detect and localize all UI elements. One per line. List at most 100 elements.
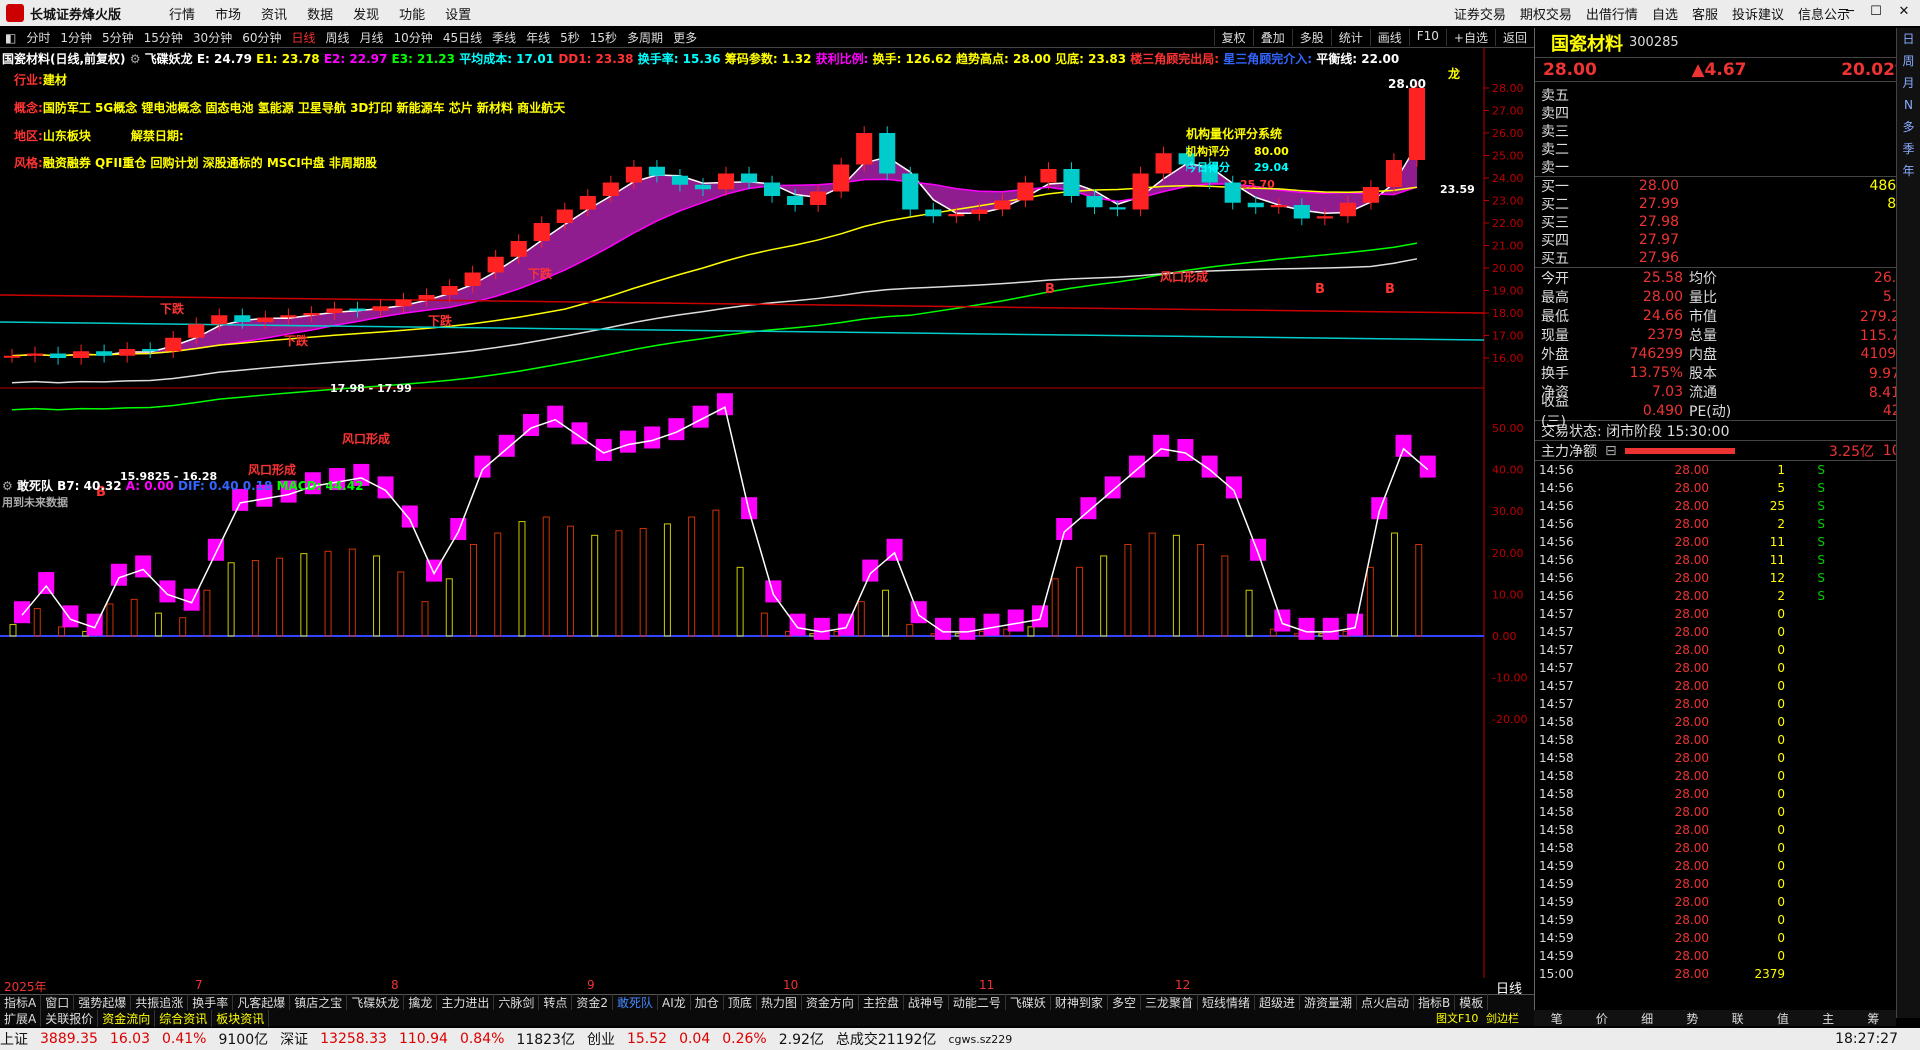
- maximize-icon[interactable]: ☐: [1868, 4, 1884, 20]
- indicator-tab-21[interactable]: 动能二号: [949, 994, 1006, 1011]
- quote-tab-0[interactable]: 笔: [1551, 1010, 1563, 1027]
- indicator-tab-11[interactable]: 转点: [539, 994, 573, 1011]
- menu-item-5[interactable]: 功能: [399, 8, 425, 23]
- right-menu-item-4[interactable]: 客服: [1692, 4, 1718, 23]
- timeframe-8[interactable]: 月线: [355, 29, 389, 46]
- right-menu-item-1[interactable]: 期权交易: [1520, 4, 1572, 23]
- right-menu-item-5[interactable]: 投诉建议: [1732, 4, 1784, 23]
- menu-item-6[interactable]: 设置: [445, 8, 471, 23]
- menu-item-0[interactable]: 行情: [169, 8, 195, 23]
- indicator-tab-24[interactable]: 多空: [1108, 994, 1141, 1011]
- indicator-tab-29[interactable]: 点火启动: [1357, 994, 1415, 1011]
- timeframe-14[interactable]: 15秒: [585, 29, 622, 46]
- timeframe-13[interactable]: 5秒: [555, 29, 585, 46]
- sidebar-toggle[interactable]: 剑边栏: [1486, 1010, 1534, 1026]
- menu-item-2[interactable]: 资讯: [261, 8, 287, 23]
- chart-tool-4[interactable]: 画线: [1369, 29, 1409, 46]
- panel-toggle-icon[interactable]: ◧: [0, 31, 21, 45]
- right-menu-item-3[interactable]: 自选: [1652, 4, 1678, 23]
- indicator-tab-3[interactable]: 共振追涨: [131, 994, 189, 1011]
- quote-tab-6[interactable]: 主: [1822, 1010, 1834, 1027]
- timeframe-0[interactable]: 分时: [21, 29, 55, 46]
- side-tool-5[interactable]: 季: [1897, 138, 1920, 160]
- quote-tab-2[interactable]: 细: [1641, 1010, 1653, 1027]
- indicator-tab-8[interactable]: 擒龙: [404, 994, 438, 1011]
- indicator-tab-15[interactable]: 加仓: [691, 994, 724, 1011]
- side-tool-1[interactable]: 周: [1897, 50, 1920, 72]
- chart-tool-5[interactable]: F10: [1408, 29, 1446, 46]
- timeframe-4[interactable]: 30分钟: [188, 29, 237, 46]
- indicator-tab-2[interactable]: 强势起爆: [74, 994, 132, 1011]
- side-tool-2[interactable]: 月: [1897, 72, 1920, 94]
- settings-icon[interactable]: ⚙: [2, 479, 17, 493]
- chart-tool-2[interactable]: 多股: [1291, 29, 1331, 46]
- info-tab-4[interactable]: 板块资讯: [212, 1009, 270, 1027]
- timeframe-9[interactable]: 10分钟: [389, 29, 438, 46]
- kline-chart[interactable]: 28.00 27.00 26.00 25.00 24.00 23.00 22.00 21.00…: [0, 48, 1534, 982]
- indicator-tab-17[interactable]: 热力图: [757, 994, 802, 1011]
- quote-tab-4[interactable]: 联: [1732, 1010, 1744, 1027]
- info-tab-2[interactable]: 资金流向: [98, 1009, 156, 1027]
- indicator-tab-16[interactable]: 顶底: [724, 994, 757, 1011]
- f10-link[interactable]: 图文F10: [1436, 1010, 1486, 1026]
- chart-tool-6[interactable]: +自选: [1445, 29, 1495, 46]
- indicator-tab-25[interactable]: 三龙聚首: [1141, 994, 1198, 1011]
- timeframe-6[interactable]: 日线: [286, 29, 320, 46]
- indicator-tab-0[interactable]: 指标A: [0, 994, 42, 1011]
- menu-item-3[interactable]: 数据: [307, 8, 333, 23]
- chart-tool-3[interactable]: 统计: [1330, 29, 1370, 46]
- indicator-tab-18[interactable]: 资金方向: [802, 994, 859, 1011]
- timeframe-2[interactable]: 5分钟: [97, 29, 139, 46]
- minimize-icon[interactable]: ─: [1842, 4, 1858, 20]
- indicator-tab-30[interactable]: 指标B: [1414, 994, 1456, 1011]
- menu-item-1[interactable]: 市场: [215, 8, 241, 23]
- info-tab-1[interactable]: 关联报价: [41, 1009, 99, 1027]
- side-tool-4[interactable]: 多: [1897, 116, 1920, 138]
- indicator-tab-14[interactable]: AI龙: [658, 994, 691, 1011]
- chart-tool-7[interactable]: 返回: [1494, 29, 1534, 46]
- quote-tab-3[interactable]: 势: [1686, 1010, 1698, 1027]
- side-tool-3[interactable]: N: [1897, 94, 1920, 116]
- right-menu-item-2[interactable]: 出借行情: [1586, 4, 1638, 23]
- quote-tab-1[interactable]: 价: [1596, 1010, 1608, 1027]
- timeframe-15[interactable]: 多周期: [622, 29, 668, 46]
- info-icon[interactable]: ⊟: [1605, 443, 1617, 459]
- indicator-tab-1[interactable]: 窗口: [41, 994, 75, 1011]
- quote-tab-7[interactable]: 筹: [1867, 1010, 1879, 1027]
- indicator-tab-9[interactable]: 主力进出: [437, 994, 495, 1011]
- indicator-tab-22[interactable]: 飞碟妖: [1006, 994, 1051, 1011]
- info-tab-3[interactable]: 综合资讯: [155, 1009, 213, 1027]
- indicator-tab-7[interactable]: 飞碟妖龙: [347, 994, 405, 1011]
- chart-tool-0[interactable]: 复权: [1213, 29, 1253, 46]
- menu-item-4[interactable]: 发现: [353, 8, 379, 23]
- chart-tool-1[interactable]: 叠加: [1252, 29, 1292, 46]
- timeframe-10[interactable]: 45日线: [438, 29, 487, 46]
- indicator-tab-26[interactable]: 短线情绪: [1198, 994, 1255, 1011]
- timeframe-12[interactable]: 年线: [521, 29, 555, 46]
- indicator-tab-5[interactable]: 凡客起爆: [233, 994, 291, 1011]
- side-tool-6[interactable]: 年: [1897, 160, 1920, 182]
- timeframe-16[interactable]: 更多: [668, 29, 702, 46]
- indicator-tab-6[interactable]: 镇店之宝: [290, 994, 348, 1011]
- side-tool-0[interactable]: 日: [1897, 28, 1920, 50]
- settings-icon[interactable]: ⚙: [130, 52, 145, 66]
- indicator-tab-23[interactable]: 财神到家: [1051, 994, 1108, 1011]
- close-icon[interactable]: ✕: [1896, 4, 1912, 20]
- timeframe-11[interactable]: 季线: [487, 29, 521, 46]
- right-menu-item-0[interactable]: 证券交易: [1454, 4, 1506, 23]
- indicator-tab-19[interactable]: 主控盘: [859, 994, 904, 1011]
- indicator-tab-13[interactable]: 敢死队: [613, 994, 659, 1011]
- indicator-tab-28[interactable]: 游资量潮: [1300, 994, 1358, 1011]
- quote-tab-5[interactable]: 值: [1777, 1010, 1789, 1027]
- timeframe-3[interactable]: 15分钟: [139, 29, 188, 46]
- indicator-tab-4[interactable]: 换手率: [188, 994, 234, 1011]
- period-label[interactable]: 日线: [1484, 978, 1534, 997]
- indicator-tab-12[interactable]: 资金2: [572, 994, 614, 1011]
- indicator-tab-31[interactable]: 模板: [1455, 994, 1489, 1011]
- timeframe-5[interactable]: 60分钟: [237, 29, 286, 46]
- timeframe-7[interactable]: 周线: [321, 29, 355, 46]
- indicator-tab-20[interactable]: 战神号: [904, 994, 949, 1011]
- indicator-tab-10[interactable]: 六脉剑: [494, 994, 540, 1011]
- info-tab-0[interactable]: 扩展A: [0, 1009, 42, 1027]
- tick-list[interactable]: 14:5628.001S114:5628.005S114:5628.0025S1…: [1535, 461, 1920, 983]
